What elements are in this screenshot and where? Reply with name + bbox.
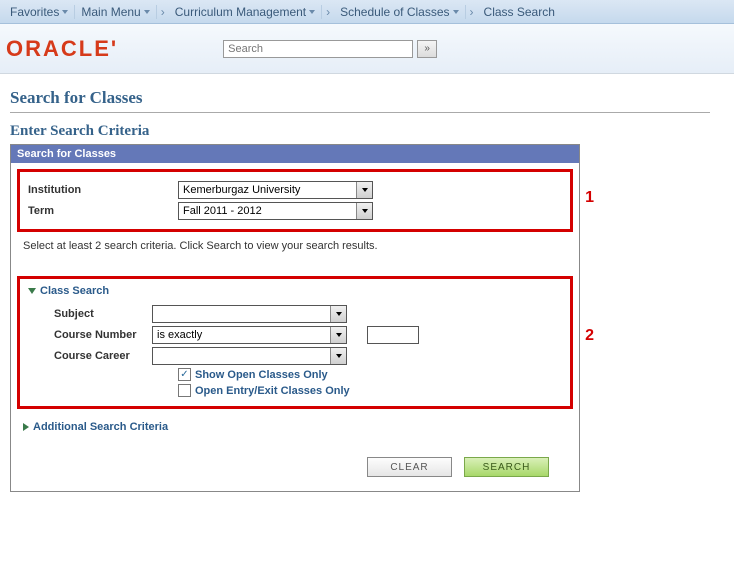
chevron-down-icon <box>330 327 346 343</box>
header-search-input[interactable] <box>223 40 413 58</box>
open-classes-label: Show Open Classes Only <box>195 369 328 381</box>
open-classes-checkbox[interactable]: ✓ <box>178 368 191 381</box>
institution-term-box: Institution Kemerburgaz University Term … <box>17 169 573 232</box>
coursenum-op-value: is exactly <box>153 329 330 341</box>
career-row: Course Career <box>28 347 562 365</box>
header-search-group: » <box>223 40 437 58</box>
entry-exit-checkbox[interactable] <box>178 384 191 397</box>
oracle-logo: ORACLE' <box>6 36 118 62</box>
favorites-menu[interactable]: Favorites <box>4 5 75 19</box>
search-panel: Search for Classes Institution Kemerburg… <box>10 144 580 492</box>
header-bar: ORACLE' » <box>0 24 734 74</box>
chevron-down-icon <box>356 182 372 198</box>
chevron-down-icon <box>453 10 459 14</box>
term-row: Term Fall 2011 - 2012 <box>28 202 562 220</box>
hint-text: Select at least 2 search criteria. Click… <box>11 238 579 258</box>
annotation-1: 1 <box>585 189 594 207</box>
entry-exit-row: Open Entry/Exit Classes Only <box>178 384 562 397</box>
crumb-label: Curriculum Management <box>175 5 306 19</box>
chevron-down-icon <box>330 306 346 322</box>
institution-value: Kemerburgaz University <box>179 184 356 196</box>
term-value: Fall 2011 - 2012 <box>179 205 356 217</box>
page-title: Search for Classes <box>10 84 710 113</box>
coursenum-op-select[interactable]: is exactly <box>152 326 347 344</box>
term-label: Term <box>28 205 178 217</box>
triangle-right-icon <box>23 423 29 431</box>
additional-criteria-header[interactable]: Additional Search Criteria <box>11 415 579 439</box>
triangle-down-icon <box>28 288 36 294</box>
sub-title: Enter Search Criteria <box>10 123 724 144</box>
section-label: Class Search <box>40 285 109 297</box>
open-classes-row: ✓ Show Open Classes Only <box>178 368 562 381</box>
institution-select[interactable]: Kemerburgaz University <box>178 181 373 199</box>
button-bar: Clear Search <box>11 447 579 491</box>
institution-label: Institution <box>28 184 178 196</box>
breadcrumb-separator: › <box>322 5 334 19</box>
crumb-curriculum[interactable]: Curriculum Management <box>169 5 322 19</box>
subject-row: Subject <box>28 305 562 323</box>
subject-label: Subject <box>28 308 152 320</box>
additional-label: Additional Search Criteria <box>33 421 168 433</box>
institution-row: Institution Kemerburgaz University <box>28 181 562 199</box>
class-search-header[interactable]: Class Search <box>28 285 562 297</box>
career-label: Course Career <box>28 350 152 362</box>
breadcrumb-separator: › <box>466 5 478 19</box>
chevron-down-icon <box>62 10 68 14</box>
crumb-classsearch[interactable]: Class Search <box>478 5 561 19</box>
coursenum-label: Course Number <box>28 329 152 341</box>
subject-select[interactable] <box>152 305 347 323</box>
chevron-down-icon <box>144 10 150 14</box>
top-nav: Favorites Main Menu › Curriculum Managem… <box>0 0 734 24</box>
favorites-label: Favorites <box>10 5 59 19</box>
crumb-label: Schedule of Classes <box>340 5 449 19</box>
career-select[interactable] <box>152 347 347 365</box>
chevron-down-icon <box>356 203 372 219</box>
crumb-label: Class Search <box>484 5 555 19</box>
clear-button[interactable]: Clear <box>367 457 452 477</box>
search-button[interactable]: Search <box>464 457 549 477</box>
chevron-down-icon <box>330 348 346 364</box>
panel-header: Search for Classes <box>11 145 579 163</box>
chevron-down-icon <box>309 10 315 14</box>
coursenum-row: Course Number is exactly <box>28 326 562 344</box>
coursenum-input[interactable] <box>367 326 419 344</box>
class-search-box: Class Search Subject Course Number is ex… <box>17 276 573 409</box>
mainmenu-menu[interactable]: Main Menu <box>75 5 156 19</box>
header-search-go[interactable]: » <box>417 40 437 58</box>
annotation-2: 2 <box>585 327 594 345</box>
term-select[interactable]: Fall 2011 - 2012 <box>178 202 373 220</box>
content: Search for Classes Enter Search Criteria… <box>0 74 734 502</box>
crumb-schedule[interactable]: Schedule of Classes <box>334 5 465 19</box>
mainmenu-label: Main Menu <box>81 5 140 19</box>
breadcrumb-separator: › <box>157 5 169 19</box>
entry-exit-label: Open Entry/Exit Classes Only <box>195 385 350 397</box>
